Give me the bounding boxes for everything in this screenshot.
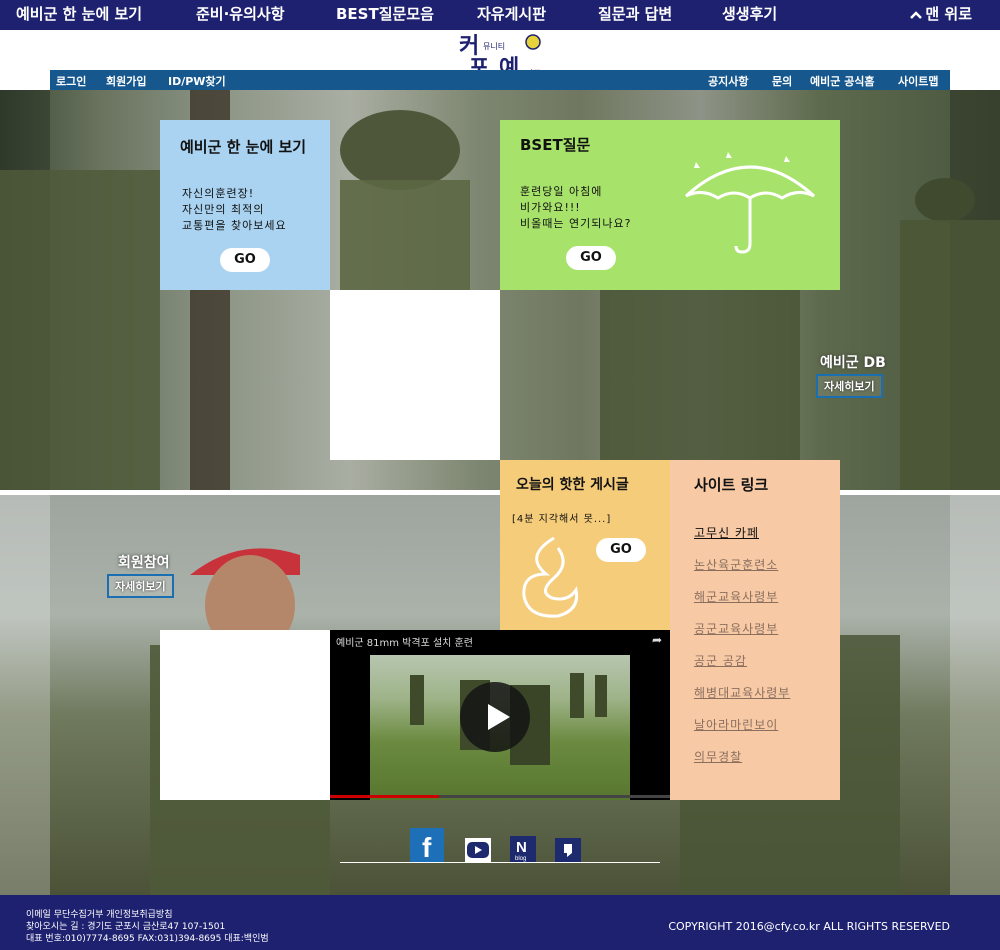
naver-blog-link[interactable]: N blog bbox=[510, 836, 536, 870]
nav-overview[interactable]: 예비군 한 눈에 보기 bbox=[16, 3, 142, 24]
best-go-button[interactable]: GO bbox=[566, 246, 616, 270]
official-home-link[interactable]: 예비군 공식홈 bbox=[810, 73, 875, 89]
hot-snippet[interactable]: [4분 지각해서 못...] bbox=[512, 512, 611, 528]
db-more-button[interactable]: 자세히보기 bbox=[816, 374, 883, 398]
nav-best-questions[interactable]: BEST질문모음 bbox=[336, 3, 434, 24]
overview-title: 예비군 한 눈에 보기 bbox=[180, 138, 307, 156]
link-marine-education[interactable]: 해병대교육사령부 bbox=[694, 684, 790, 716]
social-divider bbox=[340, 862, 660, 863]
link-airforce-gonggam[interactable]: 공군 공감 bbox=[694, 652, 790, 684]
blank-panel bbox=[160, 630, 330, 800]
login-link[interactable]: 로그인 bbox=[56, 73, 86, 89]
video-progress-fill bbox=[330, 795, 439, 798]
link-gomusin-cafe[interactable]: 고무신 카페 bbox=[694, 524, 790, 556]
youtube-icon bbox=[465, 838, 491, 862]
umbrella-icon bbox=[684, 152, 816, 254]
overview-desc: 자신의훈련장! 자신만의 최적의 교통편을 찾아보세요 bbox=[182, 186, 287, 234]
nav-preparation[interactable]: 준비·유의사항 bbox=[196, 3, 285, 24]
link-auxiliary-police[interactable]: 의무경찰 bbox=[694, 748, 790, 780]
best-title: BSET질문 bbox=[520, 136, 591, 154]
youtube-link[interactable] bbox=[465, 838, 491, 872]
hot-go-button[interactable]: GO bbox=[596, 538, 646, 562]
overview-line: 교통편을 찾아보세요 bbox=[182, 219, 287, 232]
video-progress-bar[interactable] bbox=[330, 795, 670, 798]
kakao-story-link[interactable] bbox=[555, 838, 581, 872]
find-id-pw-link[interactable]: ID/PW찾기 bbox=[168, 73, 226, 89]
blank-panel bbox=[330, 290, 500, 460]
flame-icon bbox=[522, 536, 579, 618]
footer: 이메일 무단수집거부 개인정보취급방침 찾아오시는 길 : 경기도 군포시 금산… bbox=[0, 895, 1000, 950]
sitemap-link[interactable]: 사이트맵 bbox=[898, 73, 938, 89]
chevron-up-icon bbox=[910, 10, 923, 19]
best-line: 훈련당일 아침에 bbox=[520, 185, 603, 198]
kakao-story-icon bbox=[555, 838, 581, 862]
inquiry-link[interactable]: 문의 bbox=[772, 73, 792, 89]
nav-free-board[interactable]: 자유게시판 bbox=[477, 3, 546, 24]
back-to-top-label: 맨 위로 bbox=[925, 5, 972, 23]
footer-contact: 대표 번호:010)7774-8695 FAX:031)394-8695 대표:… bbox=[26, 934, 269, 944]
link-nonsan-training[interactable]: 논산육군훈련소 bbox=[694, 556, 790, 588]
video-player[interactable]: 예비군 81mm 박격포 설치 훈련 ➦ bbox=[330, 630, 670, 800]
best-line: 비올때는 연기되나요? bbox=[520, 217, 632, 230]
back-to-top-button[interactable]: 맨 위로 bbox=[909, 3, 972, 24]
footer-copyright: COPYRIGHT 2016@cfy.co.kr ALL RIGHTS RESE… bbox=[668, 920, 950, 933]
hot-post-panel: 오늘의 핫한 게시글 [4분 지각해서 못...] GO bbox=[500, 460, 670, 630]
naver-blog-icon: N blog bbox=[510, 836, 536, 862]
notice-link[interactable]: 공지사항 bbox=[708, 73, 748, 89]
best-question-panel: BSET질문 훈련당일 아침에 비가와요!!! 비올때는 연기되나요? GO bbox=[500, 120, 840, 290]
link-navy-education[interactable]: 해군교육사령부 bbox=[694, 588, 790, 620]
overview-go-button[interactable]: GO bbox=[220, 248, 270, 272]
nav-qna[interactable]: 질문과 답변 bbox=[598, 3, 672, 24]
signup-link[interactable]: 회원가입 bbox=[106, 73, 146, 89]
member-more-button[interactable]: 자세히보기 bbox=[107, 574, 174, 598]
best-desc: 훈련당일 아침에 비가와요!!! 비올때는 연기되나요? bbox=[520, 184, 631, 232]
links-title: 사이트 링크 bbox=[694, 476, 769, 494]
facebook-link[interactable]: f bbox=[410, 828, 444, 863]
nav-reviews[interactable]: 생생후기 bbox=[722, 3, 777, 24]
link-marine-boy[interactable]: 날아라마린보이 bbox=[694, 716, 790, 748]
links-list: 고무신 카페 논산육군훈련소 해군교육사령부 공군교육사령부 공군 공감 해병대… bbox=[694, 524, 790, 780]
best-line: 비가와요!!! bbox=[520, 201, 581, 214]
member-title: 회원참여 bbox=[118, 555, 170, 571]
db-title: 예비군 DB bbox=[820, 355, 886, 371]
svg-text:뮤니티: 뮤니티 bbox=[483, 41, 505, 51]
facebook-icon: f bbox=[410, 828, 444, 863]
sub-nav: 로그인 회원가입 ID/PW찾기 공지사항 문의 예비군 공식홈 사이트맵 bbox=[50, 70, 950, 90]
overview-line: 자신만의 최적의 bbox=[182, 203, 265, 216]
play-button[interactable] bbox=[460, 682, 530, 752]
svg-text:f: f bbox=[422, 832, 432, 862]
share-icon[interactable]: ➦ bbox=[652, 633, 662, 647]
hot-title: 오늘의 핫한 게시글 bbox=[516, 477, 629, 493]
site-links-panel: 사이트 링크 고무신 카페 논산육군훈련소 해군교육사령부 공군교육사령부 공군… bbox=[670, 460, 840, 800]
top-nav: 예비군 한 눈에 보기 준비·유의사항 BEST질문모음 자유게시판 질문과 답… bbox=[0, 0, 1000, 30]
overview-line: 자신의훈련장! bbox=[182, 187, 255, 200]
overview-panel: 예비군 한 눈에 보기 자신의훈련장! 자신만의 최적의 교통편을 찾아보세요 … bbox=[160, 120, 330, 290]
svg-text:N: N bbox=[516, 839, 527, 856]
link-airforce-education[interactable]: 공군교육사령부 bbox=[694, 620, 790, 652]
video-title: 예비군 81mm 박격포 설치 훈련 bbox=[336, 638, 473, 649]
